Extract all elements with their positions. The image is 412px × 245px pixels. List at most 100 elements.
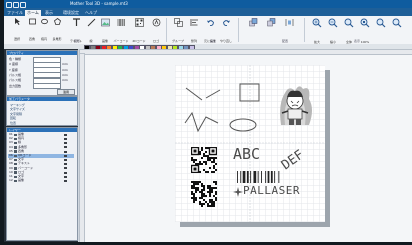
property-unit: mm <box>62 62 68 67</box>
property-unit: mm <box>62 78 68 83</box>
visibility-icon[interactable] <box>64 142 67 145</box>
layer-type-icon <box>14 133 17 137</box>
visibility-icon[interactable] <box>64 163 67 166</box>
window-title: Mother Tool 3D - sample.mt3 <box>70 1 128 6</box>
datamatrix-code[interactable] <box>191 181 217 207</box>
undo-icon[interactable] <box>13 1 19 8</box>
group-icon <box>173 18 183 27</box>
left-panel: プロパティ 色・種類 X 座標 mm Y 座標 mm パルス幅 mm パルス幅 mm 出力回数 適… <box>4 49 78 242</box>
group-label-edit: 編集 <box>210 39 217 43</box>
visibility-icon[interactable] <box>64 175 67 178</box>
visibility-icon[interactable] <box>64 137 67 140</box>
zigzag-shape[interactable] <box>184 111 220 133</box>
qrcode-tool-button[interactable]: 2Dコード <box>130 18 148 46</box>
star-logo-icon <box>233 187 243 197</box>
layer-type-icon <box>14 171 17 174</box>
zoom-in-button[interactable]: 拡大 <box>309 18 325 47</box>
ribbon-separator <box>166 18 167 42</box>
zoom-select-button[interactable] <box>373 18 389 28</box>
work-sheet[interactable]: ABC DEF PALLASER <box>175 65 325 222</box>
menu-view[interactable]: 表示 <box>45 10 53 16</box>
zoom-page-icon <box>392 18 402 28</box>
save-icon[interactable] <box>6 1 12 8</box>
layer-number: 12 <box>9 178 13 183</box>
barcode-tool-button[interactable]: バーコード <box>112 18 130 46</box>
visibility-icon[interactable] <box>64 158 67 161</box>
layer-type-icon <box>14 150 17 153</box>
rectangle-tool-button[interactable]: 四角 <box>26 18 38 44</box>
text-abc[interactable]: ABC <box>233 145 260 163</box>
visibility-icon[interactable] <box>64 171 67 174</box>
settings-item[interactable]: 回転 <box>10 116 16 120</box>
settings-item[interactable]: 文字間隔 <box>10 112 22 116</box>
arrange-back-button[interactable] <box>262 18 280 27</box>
horizontal-ruler <box>79 49 412 55</box>
group-label-arrange: 配置 <box>282 39 289 43</box>
arrange-front-button[interactable] <box>244 18 262 27</box>
property-panel-title: プロパティ <box>7 51 77 55</box>
cursor-icon <box>14 18 20 25</box>
menu-settings[interactable]: 環境設定 <box>63 10 79 16</box>
align-button[interactable]: 整列 <box>186 18 202 46</box>
image-icon <box>100 18 110 27</box>
visibility-icon[interactable] <box>64 133 67 136</box>
layer-front-icon <box>248 18 257 27</box>
layer-type-icon <box>14 137 17 141</box>
property-label: パルス幅 <box>9 72 22 77</box>
character-image[interactable] <box>275 83 315 129</box>
visibility-icon[interactable] <box>64 146 67 149</box>
polygon-tool-button[interactable]: 多角形 <box>50 18 64 44</box>
line-tool-button[interactable]: 線 <box>84 18 98 46</box>
app-window: Mother Tool 3D - sample.mt3 ファイル ホーム 表示 … <box>4 0 412 242</box>
text-icon <box>72 18 80 26</box>
property-panel: プロパティ 色・種類 X 座標 mm Y 座標 mm パルス幅 mm パルス幅 mm 出力回数 適… <box>6 50 78 96</box>
qr-code[interactable] <box>191 147 217 173</box>
layer-type-icon <box>14 175 17 179</box>
align-icon <box>190 19 198 26</box>
vertical-ruler <box>79 53 85 242</box>
property-unit: mm <box>62 72 68 77</box>
group-label-shapes: 図形 <box>74 39 81 43</box>
visibility-icon[interactable] <box>64 154 67 157</box>
canvas-area[interactable]: ABC DEF PALLASER <box>79 49 412 242</box>
ribbon-toolbar: 選択 四角 楕円 多角形 テキスト 線 画像 バーコード 2Dコード ロゴ 図形… <box>4 16 412 45</box>
undo-icon <box>206 20 214 27</box>
zoom-select-icon <box>376 18 386 28</box>
menu-file[interactable]: ファイル <box>7 10 23 16</box>
qrcode-icon <box>134 18 144 27</box>
zoom-fit-icon <box>344 18 354 28</box>
layer-back-icon <box>266 18 275 27</box>
menu-help[interactable]: ヘルプ <box>85 10 97 16</box>
settings-panel-title: 加工パラメータ <box>7 97 77 101</box>
menu-home[interactable]: ホーム <box>25 9 41 16</box>
ellipse-tool-button[interactable]: 楕円 <box>38 18 50 44</box>
property-label: X 座標 <box>9 62 19 67</box>
select-tool-button[interactable]: 選択 <box>6 18 28 44</box>
line-shape[interactable] <box>184 86 224 104</box>
logo-icon <box>152 18 160 27</box>
visibility-icon[interactable] <box>64 150 67 153</box>
group-button[interactable]: グループ <box>170 18 186 46</box>
logo-text[interactable]: PALLASER <box>243 184 300 197</box>
distribute-button[interactable] <box>280 18 298 27</box>
settings-item[interactable]: 位置 <box>10 121 16 125</box>
layer-row[interactable]: 12 画像 <box>8 179 74 183</box>
rectangle-shape[interactable] <box>239 83 261 103</box>
redo-icon[interactable] <box>20 1 26 8</box>
zoom-out-button[interactable]: 縮小 <box>325 18 341 47</box>
visibility-icon[interactable] <box>64 179 67 182</box>
settings-item[interactable]: 文字サイズ <box>10 107 25 111</box>
ribbon-separator <box>304 18 305 42</box>
visibility-icon[interactable] <box>64 167 67 170</box>
ellipse-shape[interactable] <box>229 117 257 133</box>
layer-type-icon <box>14 154 17 158</box>
logo-tool-button[interactable]: ロゴ <box>148 18 164 46</box>
apply-button[interactable]: 適用 <box>57 89 75 95</box>
image-tool-button[interactable]: 画像 <box>98 18 112 46</box>
zoom-in-icon <box>312 18 322 28</box>
layer-type-icon <box>14 162 17 166</box>
layer-name: 画像 <box>18 178 25 183</box>
zoom-page-button[interactable] <box>389 18 405 28</box>
barcode[interactable] <box>237 171 293 183</box>
redo-button[interactable]: やり直し <box>218 18 234 46</box>
